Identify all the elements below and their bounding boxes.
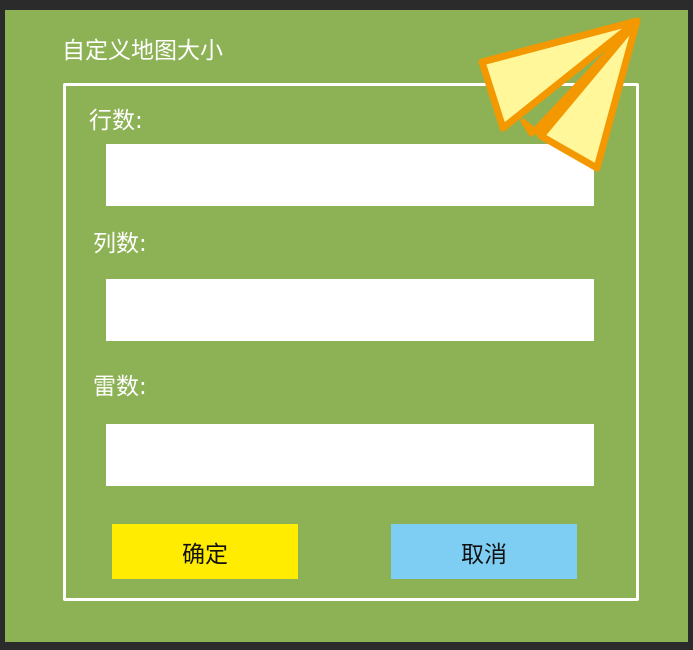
- columns-label: 列数:: [93, 231, 147, 257]
- columns-input[interactable]: [106, 279, 594, 341]
- confirm-button[interactable]: 确定: [112, 524, 298, 579]
- mines-label: 雷数:: [93, 374, 147, 400]
- dialog-title: 自定义地图大小: [62, 38, 223, 64]
- custom-map-size-dialog: 自定义地图大小 行数: 列数: 雷数: 确定 取消: [5, 10, 688, 642]
- rows-label: 行数:: [89, 108, 143, 134]
- mines-input[interactable]: [106, 424, 594, 486]
- paper-plane-icon: [478, 17, 641, 172]
- cancel-button[interactable]: 取消: [391, 524, 577, 579]
